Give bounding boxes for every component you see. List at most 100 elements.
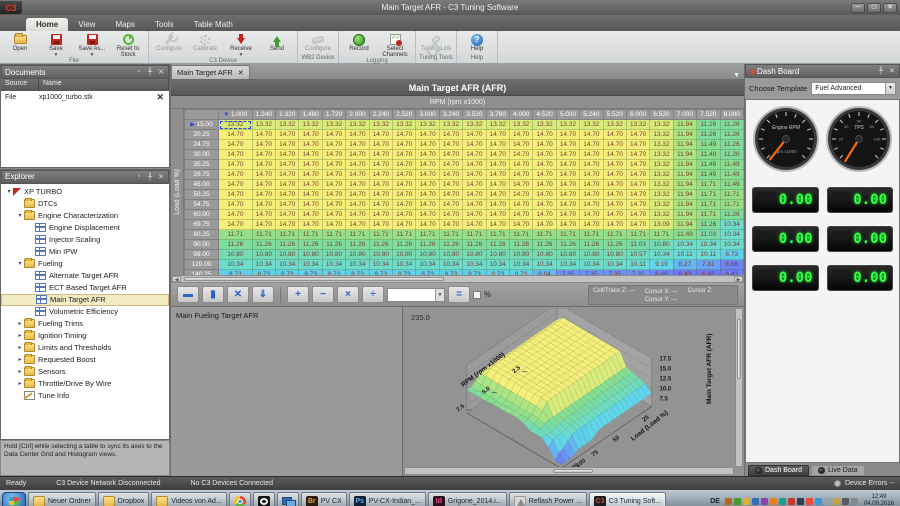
table-cell[interactable]: 10.34 xyxy=(720,240,744,250)
tree-item-sensors[interactable]: ▸Sensors xyxy=(1,366,169,378)
table-cell[interactable]: 10.80 xyxy=(580,250,603,260)
table-cell[interactable]: 14.70 xyxy=(556,160,579,170)
table-cell[interactable]: 10.80 xyxy=(533,250,556,260)
table-cell[interactable]: 13.32 xyxy=(650,180,673,190)
table-cell[interactable]: 14.70 xyxy=(416,210,439,220)
tree-item-fueling-trims[interactable]: ▸Fueling Trims xyxy=(1,318,169,330)
table-cell[interactable]: 14.70 xyxy=(369,160,392,170)
table-cell[interactable]: 14.70 xyxy=(533,200,556,210)
tree-expander-icon[interactable]: ▾ xyxy=(5,188,13,195)
row-header[interactable]: ▶ 15.00 xyxy=(185,120,219,130)
table-cell[interactable]: 11.71 xyxy=(439,230,462,240)
table-cell[interactable]: 14.70 xyxy=(533,210,556,220)
table-cell[interactable]: 11.94 xyxy=(673,190,696,200)
task-network[interactable] xyxy=(277,492,299,506)
table-cell[interactable]: 14.70 xyxy=(346,180,369,190)
table-cell[interactable]: 10.34 xyxy=(556,260,579,270)
table-cell[interactable]: 14.70 xyxy=(509,180,532,190)
table-cell[interactable]: 14.70 xyxy=(603,160,626,170)
column-header[interactable]: 3.760 xyxy=(486,110,509,120)
table-cell[interactable]: 10.80 xyxy=(439,250,462,260)
column-header[interactable]: ▼ 1.000 xyxy=(219,110,253,120)
table-cell[interactable]: 14.70 xyxy=(486,170,509,180)
table-cell[interactable]: 11.26 xyxy=(697,220,720,230)
interpolate-button[interactable]: ✕ xyxy=(227,286,249,303)
send-button[interactable]: Send xyxy=(260,32,294,58)
table-cell[interactable]: 14.70 xyxy=(486,220,509,230)
ribbon-tab-maps[interactable]: Maps xyxy=(105,18,145,31)
row-header[interactable]: 80.25 xyxy=(185,230,219,240)
table-cell[interactable]: 14.70 xyxy=(219,130,253,140)
table-cell[interactable]: 14.70 xyxy=(322,170,345,180)
table-cell[interactable]: 14.70 xyxy=(533,140,556,150)
table-cell[interactable]: 11.26 xyxy=(299,240,322,250)
table-cell[interactable]: 11.26 xyxy=(556,240,579,250)
table-cell[interactable]: 14.70 xyxy=(252,130,275,140)
table-cell[interactable]: 11.26 xyxy=(439,240,462,250)
table-cell[interactable]: 10.34 xyxy=(673,240,696,250)
table-cell[interactable]: 14.70 xyxy=(509,170,532,180)
task-dropbox[interactable]: Dropbox xyxy=(98,492,149,506)
table-cell[interactable]: 14.70 xyxy=(463,160,486,170)
table-cell[interactable]: 14.70 xyxy=(276,210,299,220)
table-cell[interactable]: 14.70 xyxy=(219,220,253,230)
table-cell[interactable]: 14.70 xyxy=(580,160,603,170)
table-cell[interactable]: 11.71 xyxy=(252,230,275,240)
table-cell[interactable]: 11.26 xyxy=(509,240,532,250)
table-cell[interactable]: 14.70 xyxy=(463,130,486,140)
table-cell[interactable]: 10.80 xyxy=(486,250,509,260)
table-cell[interactable]: 11.71 xyxy=(580,230,603,240)
table-cell[interactable]: 11.26 xyxy=(322,240,345,250)
task-pv-cx[interactable]: BrPV CX xyxy=(301,492,347,506)
table-cell[interactable]: 14.70 xyxy=(393,140,416,150)
table-cell[interactable]: 11.26 xyxy=(697,120,720,130)
table-cell[interactable]: 10.57 xyxy=(626,250,649,260)
table-cell[interactable]: 11.71 xyxy=(720,190,744,200)
table-cell[interactable]: 14.70 xyxy=(509,160,532,170)
decrement-button[interactable]: − xyxy=(312,286,334,303)
tray-icon[interactable] xyxy=(770,498,777,505)
table-cell[interactable]: 10.34 xyxy=(650,250,673,260)
table-cell[interactable]: 14.70 xyxy=(626,150,649,160)
table-cell[interactable]: 14.70 xyxy=(580,190,603,200)
table-cell[interactable]: 13.32 xyxy=(416,120,439,130)
table-cell[interactable]: 14.70 xyxy=(580,180,603,190)
divide-button[interactable]: ÷ xyxy=(362,286,384,303)
table-cell[interactable]: 14.70 xyxy=(416,150,439,160)
chevron-down-icon[interactable]: ▼ xyxy=(733,72,744,79)
tree-item-ect-based-target-afr[interactable]: ECT Based Target AFR xyxy=(1,282,169,294)
table-cell[interactable]: 14.70 xyxy=(322,140,345,150)
table-cell[interactable]: 11.26 xyxy=(486,240,509,250)
table-cell[interactable]: 14.70 xyxy=(556,130,579,140)
table-cell[interactable]: 13.32 xyxy=(556,120,579,130)
table-cell[interactable]: 10.11 xyxy=(673,250,696,260)
tree-item-volumetric-efficiency[interactable]: Volumetric Efficiency xyxy=(1,306,169,318)
table-cell[interactable]: 10.34 xyxy=(219,260,253,270)
taskbar-clock[interactable]: 12:49 04.09.2016 xyxy=(860,494,898,506)
fill-button[interactable]: ▮ xyxy=(202,286,224,303)
tray-icon[interactable] xyxy=(806,498,813,505)
dash-tab-live-data[interactable]: Live Data xyxy=(811,465,865,476)
tree-expander-icon[interactable]: ▾ xyxy=(16,260,24,267)
tree-item-injector-scaling[interactable]: Injector Scaling xyxy=(1,234,169,246)
task-chrome[interactable] xyxy=(229,492,251,506)
table-cell[interactable]: 11.26 xyxy=(720,140,744,150)
table-cell[interactable]: 14.70 xyxy=(346,160,369,170)
table-cell[interactable]: 14.70 xyxy=(276,130,299,140)
tree-item-xp-turbo[interactable]: ▾XP TURBO xyxy=(1,186,169,198)
table-cell[interactable]: 14.70 xyxy=(463,220,486,230)
table-cell[interactable]: 14.70 xyxy=(299,210,322,220)
table-cell[interactable]: 11.71 xyxy=(509,230,532,240)
table-cell[interactable]: 14.70 xyxy=(369,170,392,180)
table-cell[interactable]: 14.70 xyxy=(346,170,369,180)
table-cell[interactable]: 8.73 xyxy=(720,250,744,260)
table-cell[interactable]: 14.70 xyxy=(346,190,369,200)
table-cell[interactable]: 11.26 xyxy=(416,240,439,250)
table-cell[interactable]: 14.70 xyxy=(252,140,275,150)
table-cell[interactable]: 14.70 xyxy=(486,160,509,170)
table-cell[interactable]: 14.70 xyxy=(299,200,322,210)
table-cell[interactable]: 14.70 xyxy=(322,200,345,210)
table-cell[interactable]: 10.80 xyxy=(322,250,345,260)
table-cell[interactable]: 14.70 xyxy=(556,180,579,190)
close-button[interactable]: ✕ xyxy=(883,3,897,13)
